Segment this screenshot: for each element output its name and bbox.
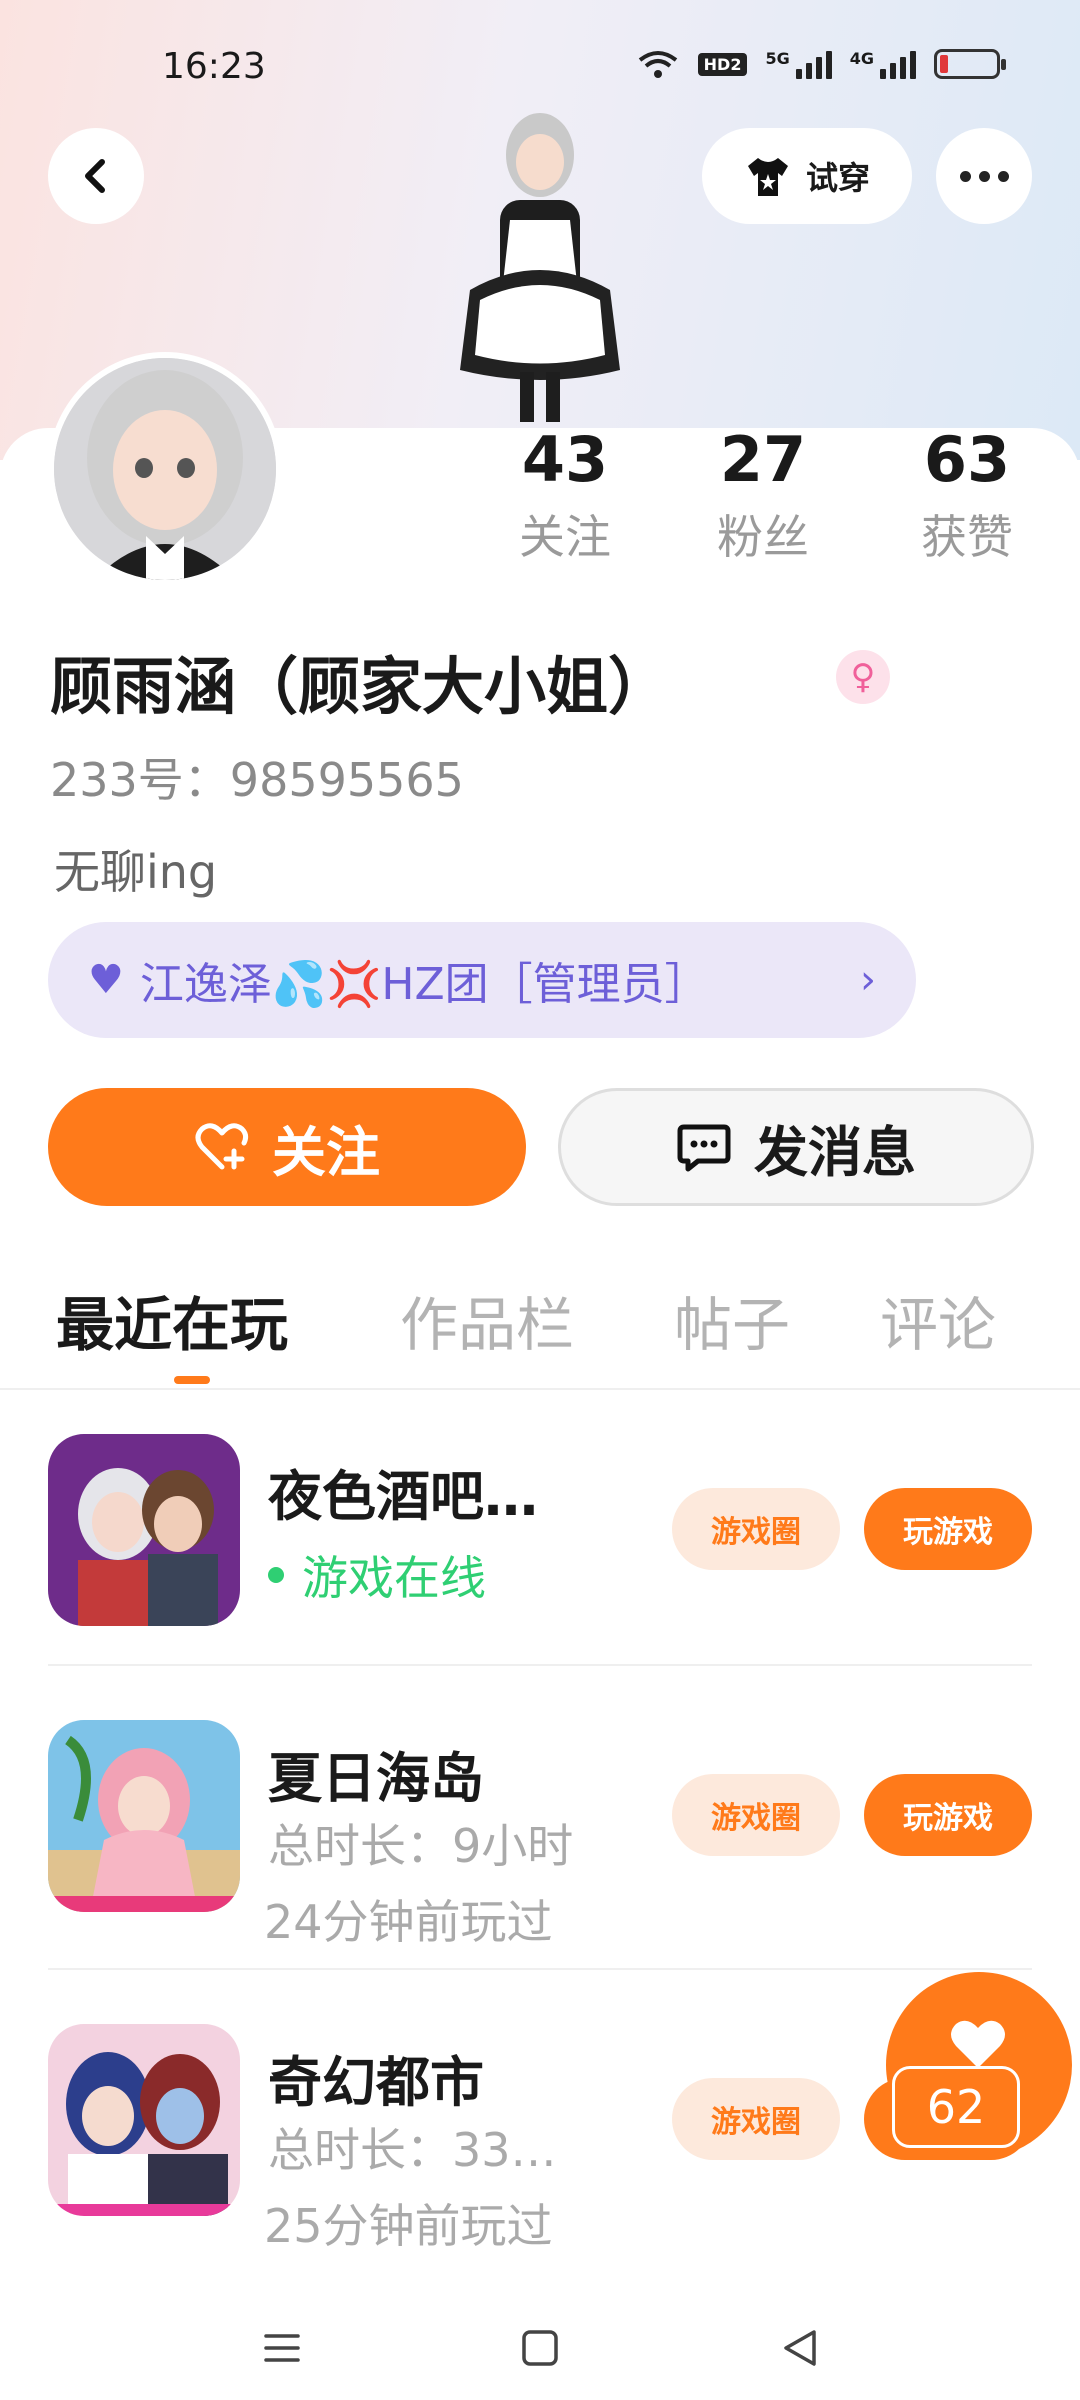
game-circle-button[interactable]: 游戏圈	[672, 1488, 840, 1570]
status-icons: HD2 5G 4G	[636, 48, 1006, 80]
stat-likes[interactable]: 63 获赞	[882, 425, 1052, 567]
team-badge[interactable]: ♥ 江逸泽💦💢HZ团［管理员］ ›	[48, 922, 916, 1038]
game-thumbnail-art	[48, 1720, 240, 1912]
tab-posts[interactable]: 帖子	[674, 1278, 790, 1362]
character-figure	[460, 113, 620, 422]
game-status-text: 游戏在线	[302, 1551, 486, 1605]
game-last-played: 25分钟前玩过	[264, 2199, 553, 2253]
chat-bubble-icon	[677, 1124, 731, 1172]
hd-icon: HD2	[697, 52, 748, 76]
chevron-left-icon	[85, 159, 105, 193]
try-on-label: 试穿	[805, 159, 870, 197]
game-row[interactable]: 夏日海岛 总时长：9小时 24分钟前玩过 游戏圈 玩游戏	[48, 1720, 1032, 2020]
tab-comments[interactable]: 评论	[880, 1278, 996, 1362]
stat-value: 43	[521, 423, 609, 496]
more-dots-icon	[959, 170, 971, 182]
divider	[48, 1664, 1032, 1666]
message-button[interactable]: 发消息	[558, 1088, 1034, 1206]
game-row[interactable]: 夜色酒吧… 游戏在线 游戏圈 玩游戏	[48, 1434, 1032, 1734]
battery-low-icon	[934, 49, 1006, 79]
stat-label: 关注	[519, 510, 611, 564]
game-thumbnail-art	[48, 1434, 240, 1626]
signal-icon: 5G	[765, 49, 832, 79]
divider	[0, 1388, 1080, 1390]
divider	[48, 1968, 1032, 1970]
menu-icon[interactable]	[262, 2328, 302, 2368]
game-online-status: 游戏在线	[268, 1542, 486, 1608]
profile-bio: 无聊ing	[54, 845, 218, 899]
game-name: 夏日海岛	[268, 1747, 484, 1810]
like-floating-button[interactable]: 62	[886, 1972, 1072, 2158]
stat-following[interactable]: 43 关注	[480, 425, 650, 567]
tab-works[interactable]: 作品栏	[400, 1278, 574, 1362]
game-thumbnail-art	[48, 2024, 240, 2216]
tab-recently-played[interactable]: 最近在玩	[56, 1278, 288, 1362]
game-row[interactable]: 奇幻都市 总时长：33… 25分钟前玩过 游戏圈 玩游戏	[48, 2024, 1032, 2324]
avatar-portrait	[54, 358, 276, 580]
message-label: 发消息	[754, 1120, 916, 1184]
back-triangle-icon[interactable]	[780, 2328, 820, 2368]
like-count: 62	[892, 2066, 1020, 2148]
more-dot	[978, 170, 990, 182]
game-thumbnail[interactable]	[48, 1434, 240, 1626]
avatar-image	[54, 358, 276, 580]
heart-icon: ♥	[88, 957, 124, 1003]
female-icon: ♀	[836, 650, 890, 704]
game-last-played: 24分钟前玩过	[264, 1895, 553, 1949]
profile-stats: 43 关注 27 粉丝 63 获赞	[480, 425, 1080, 585]
wifi-icon	[638, 51, 677, 78]
profile-tabs: 最近在玩 作品栏 帖子 评论	[0, 1268, 1080, 1388]
chevron-right-icon: ›	[860, 957, 876, 1003]
more-dot	[997, 170, 1009, 182]
tab-active-indicator	[174, 1376, 210, 1384]
home-square-icon[interactable]	[520, 2328, 560, 2368]
follow-button[interactable]: 关注	[48, 1088, 526, 1206]
stat-label: 粉丝	[717, 510, 809, 564]
heart-icon	[951, 2020, 1005, 2068]
status-time: 16:23	[162, 46, 266, 87]
follow-label: 关注	[272, 1120, 380, 1184]
profile-uid: 233号：98595565	[50, 753, 464, 807]
game-name: 夜色酒吧…	[268, 1465, 538, 1528]
game-duration: 总时长：9小时	[268, 1819, 574, 1873]
stat-followers[interactable]: 27 粉丝	[678, 425, 848, 567]
game-name: 奇幻都市	[268, 2051, 484, 2114]
game-circle-button[interactable]: 游戏圈	[672, 1774, 840, 1856]
system-nav-bar	[0, 2300, 1080, 2400]
online-dot-icon	[268, 1567, 284, 1583]
try-on-button[interactable]: 试穿	[702, 128, 912, 224]
stat-label: 获赞	[921, 510, 1013, 564]
stat-value: 27	[719, 423, 807, 496]
game-thumbnail[interactable]	[48, 2024, 240, 2216]
stat-value: 63	[923, 423, 1011, 496]
profile-name: 顾雨涵（顾家大小姐）	[50, 650, 671, 723]
game-duration: 总时长：33…	[268, 2123, 557, 2177]
shirt-icon	[747, 158, 788, 196]
more-button[interactable]	[936, 128, 1032, 224]
avatar[interactable]	[48, 352, 282, 586]
game-thumbnail[interactable]	[48, 1720, 240, 1912]
team-label: 江逸泽💦💢HZ团［管理员］	[139, 959, 709, 1010]
game-circle-button[interactable]: 游戏圈	[672, 2078, 840, 2160]
play-game-button[interactable]: 玩游戏	[864, 1774, 1032, 1856]
heart-plus-icon	[195, 1123, 249, 1170]
play-game-button[interactable]: 玩游戏	[864, 1488, 1032, 1570]
back-button[interactable]	[48, 128, 144, 224]
signal-icon: 4G	[850, 49, 916, 79]
